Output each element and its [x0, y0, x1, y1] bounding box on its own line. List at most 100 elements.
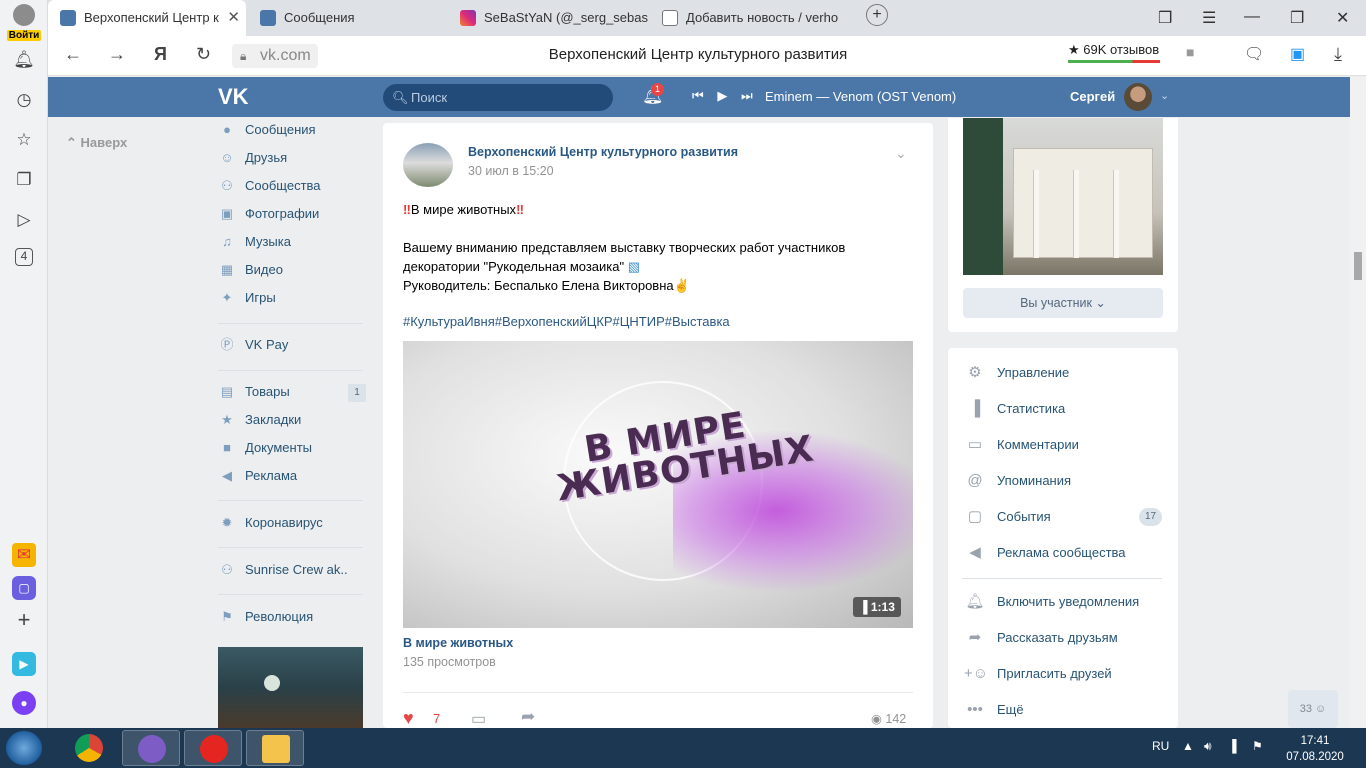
menu-item-photos[interactable]: ▣ Фотографии — [218, 200, 319, 228]
close-icon[interactable]: ✕ — [227, 0, 240, 36]
admin-item-notifications[interactable]: 🔔︎ Включить уведомления — [964, 590, 1139, 614]
menu-item-messages[interactable]: ● Сообщения — [218, 116, 316, 144]
history-icon[interactable]: ◷ — [12, 88, 36, 112]
back-icon[interactable]: ← — [64, 44, 82, 65]
menu-item-coronavirus[interactable]: ✹ Коронавирус — [218, 509, 323, 537]
notifications-button[interactable]: 🔔︎ 1 — [642, 83, 665, 106]
menu-item-vkpay[interactable]: Ⓟ VK Pay — [218, 331, 288, 359]
video-player[interactable]: В МИРЕ ЖИВОТНЫХ ▐ 1:13 — [403, 341, 913, 628]
mail-app-icon[interactable]: ✉ — [12, 543, 36, 567]
chrome-taskbar-button[interactable] — [60, 730, 118, 766]
heart-icon[interactable]: ♥ — [403, 708, 414, 729]
volume-icon[interactable]: 🔊︎ — [1204, 739, 1212, 754]
reload-icon[interactable]: ↻ — [196, 44, 211, 65]
admin-item-tell-friends[interactable]: ➦ Рассказать друзьям — [964, 626, 1118, 650]
menu-item-revolution[interactable]: ⚑ Революция — [218, 603, 313, 631]
group-avatar[interactable] — [403, 143, 453, 187]
tab-add-news[interactable]: Добавить новость / verho — [650, 0, 850, 36]
viber-taskbar-button[interactable] — [122, 730, 180, 766]
alice-icon[interactable]: ● — [12, 691, 36, 715]
like-count[interactable]: 7 — [433, 711, 440, 726]
login-button[interactable]: Войти — [6, 4, 42, 41]
next-icon[interactable]: ⏭︎ — [741, 88, 753, 103]
counter-badge[interactable]: 4 — [15, 248, 33, 266]
bookmark-icon[interactable]: ■ — [1186, 44, 1194, 60]
admin-item-events[interactable]: ▢ События 17 — [964, 505, 1163, 529]
track-title[interactable]: Eminem — Venom (OST Venom) — [765, 89, 956, 104]
new-tab-button[interactable]: + — [866, 4, 888, 26]
admin-item-manage[interactable]: ⚙ Управление — [964, 361, 1069, 385]
star-icon[interactable]: ☆ — [12, 128, 36, 152]
tab-instagram[interactable]: SeBaStYaN (@_serg_sebast — [448, 0, 648, 36]
messenger-app-icon[interactable]: ▢ — [12, 576, 36, 600]
tray-expand-icon[interactable]: ▲ — [1182, 739, 1194, 753]
scrollbar-thumb[interactable] — [1354, 252, 1362, 280]
menu-item-sunrise-crew[interactable]: ⚇ Sunrise Crew ak.. — [218, 556, 348, 584]
yandex-taskbar-button[interactable] — [184, 730, 242, 766]
admin-item-stats[interactable]: ▐ Статистика — [964, 397, 1066, 421]
post-author[interactable]: Верхопенский Центр культурного развития — [468, 145, 738, 159]
menu-item-friends[interactable]: ☺ Друзья — [218, 144, 287, 172]
forward-icon[interactable]: → — [108, 44, 126, 65]
menu-item-video[interactable]: ▦ Видео — [218, 256, 283, 284]
tab-messages[interactable]: Сообщения — [248, 0, 448, 36]
download-icon[interactable]: ⤓ — [1334, 44, 1342, 65]
group-cover-photo[interactable] — [963, 118, 1163, 275]
flag-icon[interactable]: ⚑ — [1252, 739, 1263, 753]
admin-item-invite[interactable]: +☺ Пригласить друзей — [964, 662, 1112, 686]
post-hashtags[interactable]: #КультураИвня#ВерхопенскийЦКР#ЦНТИР#Выст… — [403, 314, 730, 329]
menu-item-groups[interactable]: ⚇ Сообщества — [218, 172, 320, 200]
pillar-shape — [1033, 170, 1039, 258]
collections-icon[interactable]: ❐ — [12, 168, 36, 192]
play-icon[interactable]: ▷ — [12, 208, 36, 232]
menu-item-ads[interactable]: ◀ Реклама — [218, 462, 297, 490]
close-window-icon[interactable]: ✕ — [1336, 8, 1349, 28]
admin-item-mentions[interactable]: @ Упоминания — [964, 469, 1071, 493]
prev-icon[interactable]: ⏮︎ — [692, 88, 704, 103]
tabs-icon[interactable]: ❒ — [1158, 8, 1172, 28]
yandex-icon[interactable]: Я — [154, 44, 167, 65]
menu-item-bookmarks[interactable]: ★ Закладки — [218, 406, 301, 434]
vk-logo[interactable]: VK — [218, 85, 252, 109]
minimize-icon[interactable]: — — [1244, 8, 1260, 26]
menu-item-label: Sunrise Crew ak.. — [245, 562, 348, 577]
menu-item-goods[interactable]: ▤ Товары 1 — [218, 378, 366, 406]
network-icon[interactable]: ▐ — [1228, 739, 1237, 753]
page-scrollbar[interactable] — [1350, 77, 1366, 728]
image-icon[interactable]: ▣ — [1290, 44, 1305, 64]
tab-vk-group[interactable]: Верхопенский Центр к ✕ — [48, 0, 246, 36]
share-icon[interactable]: ➦ — [521, 707, 535, 727]
admin-item-comments[interactable]: ▭ Комментарии — [964, 433, 1079, 457]
start-button[interactable] — [6, 731, 42, 765]
explorer-taskbar-button[interactable] — [246, 730, 304, 766]
url-field[interactable]: 🔒︎ vk.com — [232, 44, 318, 68]
reviews-badge[interactable]: ★ 69K отзывов — [1068, 42, 1160, 63]
play-icon[interactable]: ▶︎ — [717, 88, 727, 103]
comment-icon[interactable]: ▭ — [471, 709, 486, 729]
friends-online-button[interactable]: 33 ☺ — [1288, 690, 1338, 728]
game-banner-image[interactable] — [218, 647, 363, 729]
admin-item-group-ads[interactable]: ◀ Реклама сообщества — [964, 541, 1125, 565]
menu-item-music[interactable]: ♫ Музыка — [218, 228, 291, 256]
admin-item-more[interactable]: ••• Ещё — [964, 698, 1024, 722]
member-button[interactable]: Вы участник ⌄ — [963, 288, 1163, 318]
chevron-down-icon[interactable]: ⌄ — [895, 145, 907, 162]
menu-item-games[interactable]: ✦ Игры — [218, 284, 276, 312]
restore-icon[interactable]: ❐ — [1290, 8, 1304, 28]
send-app-icon[interactable]: ▶ — [12, 652, 36, 676]
user-name[interactable]: Сергей — [1070, 89, 1115, 104]
bell-icon[interactable]: 🔔︎ — [12, 48, 36, 72]
menu-icon[interactable]: ☰ — [1202, 8, 1216, 28]
comments-icon[interactable]: 🗨︎ — [1244, 44, 1264, 64]
video-title[interactable]: В мире животных — [403, 636, 513, 650]
search-input[interactable]: 🔍︎ Поиск — [383, 84, 613, 111]
avatar[interactable] — [1124, 83, 1152, 111]
add-icon[interactable]: + — [12, 608, 36, 632]
menu-item-documents[interactable]: ■ Документы — [218, 434, 312, 462]
system-clock[interactable]: 17:41 07.08.2020 — [1285, 733, 1345, 765]
language-indicator[interactable]: RU — [1152, 739, 1169, 753]
post-date[interactable]: 30 июл в 15:20 — [468, 164, 554, 178]
back-to-top[interactable]: ⌃ Наверх — [66, 135, 127, 151]
chevron-down-icon[interactable]: ⌄ — [1160, 89, 1169, 102]
share-icon: ➦ — [968, 629, 982, 646]
